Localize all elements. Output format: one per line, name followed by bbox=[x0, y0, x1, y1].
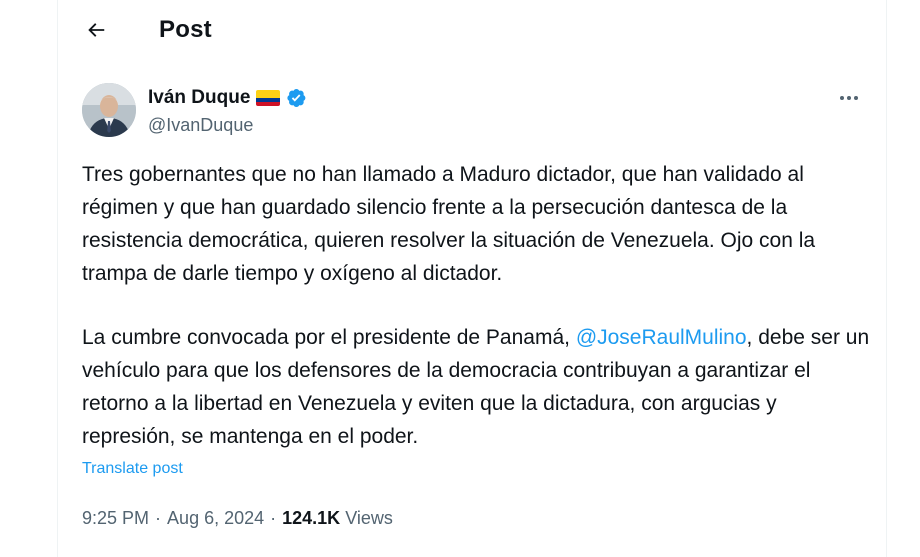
avatar[interactable] bbox=[82, 83, 136, 137]
post-text: Tres gobernantes que no han llamado a Ma… bbox=[82, 158, 872, 453]
verified-badge-icon[interactable] bbox=[285, 87, 307, 109]
author-block[interactable]: Iván Duque @IvanDuque bbox=[148, 86, 307, 136]
more-options-button[interactable] bbox=[833, 84, 865, 112]
user-handle[interactable]: @IvanDuque bbox=[148, 115, 307, 136]
views-label: Views bbox=[345, 508, 393, 528]
post-page: Post Iván Duque @IvanDuque Tres gobernan… bbox=[0, 0, 920, 557]
name-row: Iván Duque bbox=[148, 86, 307, 110]
display-name[interactable]: Iván Duque bbox=[148, 87, 250, 109]
translate-post-link[interactable]: Translate post bbox=[82, 460, 183, 478]
arrow-left-icon bbox=[88, 23, 105, 37]
colombia-flag-icon bbox=[256, 90, 281, 106]
post-paragraph-2-start: La cumbre convocada por el presidente de… bbox=[82, 326, 576, 349]
page-header: Post bbox=[58, 0, 886, 62]
page-title: Post bbox=[159, 16, 212, 43]
separator-dot: · bbox=[270, 508, 277, 528]
more-options-icon bbox=[840, 96, 858, 100]
column-border-right bbox=[886, 0, 887, 557]
separator-dot: · bbox=[155, 508, 162, 528]
post-metadata: 9:25 PM · Aug 6, 2024 · 124.1K Views bbox=[82, 508, 393, 529]
mention-link[interactable]: @JoseRaulMulino bbox=[576, 326, 747, 349]
post-date[interactable]: Aug 6, 2024 bbox=[167, 508, 264, 529]
views-count[interactable]: 124.1K bbox=[282, 508, 340, 529]
column-border-left bbox=[57, 0, 58, 557]
post-time[interactable]: 9:25 PM bbox=[82, 508, 149, 529]
post-paragraph-2: La cumbre convocada por el presidente de… bbox=[82, 321, 872, 453]
profile-photo bbox=[82, 83, 136, 137]
post-paragraph-1: Tres gobernantes que no han llamado a Ma… bbox=[82, 163, 816, 285]
back-button[interactable] bbox=[78, 12, 114, 48]
